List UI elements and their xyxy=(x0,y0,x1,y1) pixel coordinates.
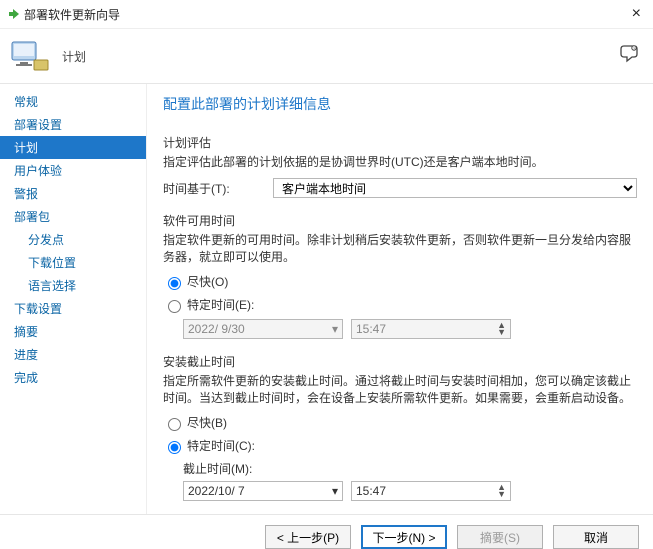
page-heading: 配置此部署的计划详细信息 xyxy=(163,94,637,114)
time-basis-label: 时间基于(T): xyxy=(163,180,273,197)
deadline-asap-label: 尽快(B) xyxy=(187,414,227,431)
sidebar-item-general[interactable]: 常规 xyxy=(0,90,146,113)
sidebar-item-dist-point[interactable]: 分发点 xyxy=(0,228,146,251)
summary-button[interactable]: 摘要(S) xyxy=(457,525,543,549)
next-button[interactable]: 下一步(N) > xyxy=(361,525,447,549)
wizard-header-icon xyxy=(10,38,50,74)
avail-asap-radio[interactable] xyxy=(168,277,181,290)
avail-asap-label: 尽快(O) xyxy=(187,273,228,290)
sidebar-item-package[interactable]: 部署包 xyxy=(0,205,146,228)
spinner-icon: ▲▼ xyxy=(497,484,506,498)
sidebar-item-download-settings[interactable]: 下载设置 xyxy=(0,297,146,320)
eval-title: 计划评估 xyxy=(163,134,637,151)
time-basis-select[interactable]: 客户端本地时间 xyxy=(273,178,637,198)
deadline-time-label: 截止时间(M): xyxy=(183,460,637,477)
sidebar-item-deploy-settings[interactable]: 部署设置 xyxy=(0,113,146,136)
deadline-time-input[interactable]: 15:47 ▲▼ xyxy=(351,481,511,501)
wizard-arrow-icon xyxy=(8,8,20,20)
sidebar-item-schedule[interactable]: 计划 xyxy=(0,136,146,159)
deadline-desc: 指定所需软件更新的安装截止时间。通过将截止时间与安装时间相加，您可以确定该截止时… xyxy=(163,372,637,406)
deadline-date-input[interactable]: 2022/10/ 7 ▾ xyxy=(183,481,343,501)
sidebar-item-complete[interactable]: 完成 xyxy=(0,366,146,389)
avail-time-input[interactable]: 15:47 ▲▼ xyxy=(351,319,511,339)
sidebar-item-user-experience[interactable]: 用户体验 xyxy=(0,159,146,182)
prev-button[interactable]: < 上一步(P) xyxy=(265,525,351,549)
deadline-specific-radio[interactable] xyxy=(168,441,181,454)
avail-title: 软件可用时间 xyxy=(163,212,637,229)
spinner-icon: ▲▼ xyxy=(497,322,506,336)
wizard-footer: < 上一步(P) 下一步(N) > 摘要(S) 取消 xyxy=(0,514,653,549)
sidebar-item-language[interactable]: 语言选择 xyxy=(0,274,146,297)
sidebar-item-summary[interactable]: 摘要 xyxy=(0,320,146,343)
calendar-dropdown-icon: ▾ xyxy=(332,322,338,336)
close-icon[interactable]: × xyxy=(628,5,645,23)
cancel-button[interactable]: 取消 xyxy=(553,525,639,549)
avail-specific-radio[interactable] xyxy=(168,300,181,313)
deadline-title: 安装截止时间 xyxy=(163,353,637,370)
deadline-asap-radio[interactable] xyxy=(168,418,181,431)
eval-desc: 指定评估此部署的计划依据的是协调世界时(UTC)还是客户端本地时间。 xyxy=(163,153,637,170)
avail-specific-label: 特定时间(E): xyxy=(187,296,254,313)
avail-date-input[interactable]: 2022/ 9/30 ▾ xyxy=(183,319,343,339)
sidebar-item-download-loc[interactable]: 下载位置 xyxy=(0,251,146,274)
avail-desc: 指定软件更新的可用时间。除非计划稍后安装软件更新，否则软件更新一旦分发给内容服务… xyxy=(163,231,637,265)
deadline-specific-label: 特定时间(C): xyxy=(187,437,255,454)
content-pane: 配置此部署的计划详细信息 计划评估 指定评估此部署的计划依据的是协调世界时(UT… xyxy=(147,84,653,514)
window-title: 部署软件更新向导 xyxy=(24,6,628,23)
header-step-label: 计划 xyxy=(62,48,86,65)
calendar-dropdown-icon: ▾ xyxy=(332,484,338,498)
wizard-sidebar: 常规 部署设置 计划 用户体验 警报 部署包 分发点 下载位置 语言选择 下载设… xyxy=(0,84,147,514)
help-icon[interactable]: ? xyxy=(619,43,639,66)
sidebar-item-alerts[interactable]: 警报 xyxy=(0,182,146,205)
sidebar-item-progress[interactable]: 进度 xyxy=(0,343,146,366)
